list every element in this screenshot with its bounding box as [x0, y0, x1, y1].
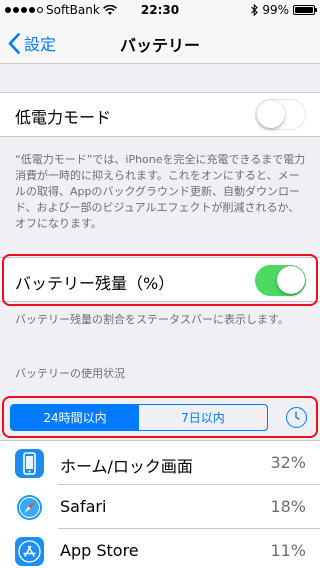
usage-section-header: バッテリーの使用状況 — [15, 367, 125, 380]
app-store-icon — [15, 537, 44, 566]
toggle-knob — [257, 100, 285, 128]
battery-level-fill — [295, 7, 313, 13]
usage-period-highlight — [2, 396, 318, 438]
battery-percentage-highlight — [2, 254, 318, 306]
low-power-mode-cell: 低電力モード — [0, 92, 320, 137]
app-name: App Store — [60, 541, 139, 560]
app-usage-percent: 32% — [270, 453, 306, 472]
app-usage-list: ホーム/ロック画面 32% Safari 18% App Store 11% — [0, 440, 320, 568]
low-power-mode-description: “低電力モード”では、iPhoneを完全に充電できるまで電力消費が一時的に抑えら… — [15, 153, 306, 230]
navigation-bar: 設定 バッテリー — [0, 20, 320, 64]
page-title: バッテリー — [119, 36, 200, 55]
list-item[interactable]: Safari 18% — [0, 485, 320, 529]
status-right: 99% — [251, 3, 317, 17]
battery-percent-text: 99% — [262, 3, 289, 17]
app-usage-percent: 18% — [270, 497, 306, 516]
list-item[interactable]: App Store 11% — [0, 529, 320, 568]
home-lock-screen-icon — [15, 449, 44, 478]
low-power-mode-toggle[interactable] — [255, 99, 306, 130]
status-bar: SoftBank 22:30 99% — [0, 0, 320, 20]
battery-icon — [293, 5, 317, 15]
list-item[interactable]: ホーム/ロック画面 32% — [0, 441, 320, 485]
app-name: ホーム/ロック画面 — [60, 457, 193, 476]
low-power-mode-label: 低電力モード — [15, 108, 112, 127]
app-usage-percent: 11% — [270, 541, 306, 560]
battery-percentage-description: バッテリー残量の割合をステータスバーに表示します。 — [15, 313, 289, 326]
safari-icon — [15, 493, 44, 522]
bluetooth-icon — [251, 4, 259, 16]
app-name: Safari — [60, 497, 107, 516]
